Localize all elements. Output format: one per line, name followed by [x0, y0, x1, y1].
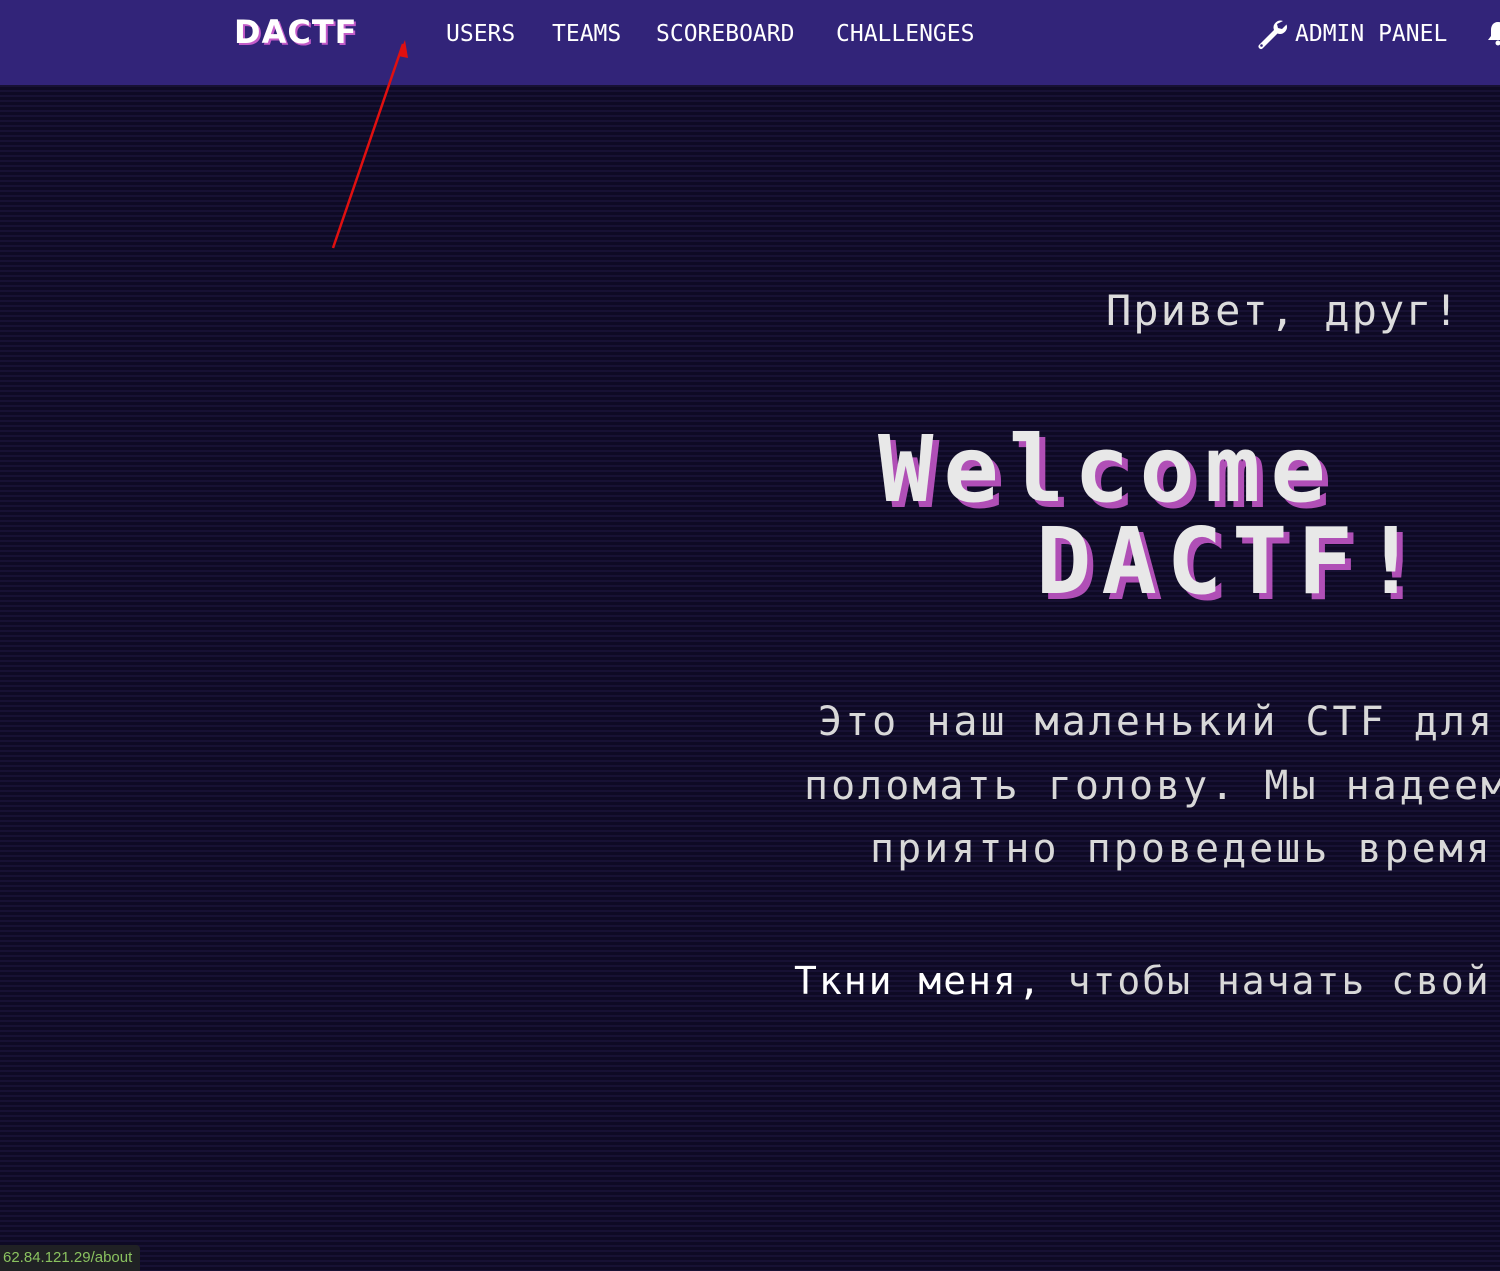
bell-icon[interactable] — [1488, 20, 1500, 46]
nav-link-teams[interactable]: TEAMS — [552, 20, 621, 48]
status-url: 62.84.121.29/about — [3, 1249, 133, 1266]
welcome-title-line1: Welcome — [878, 416, 1336, 523]
nav-link-scoreboard[interactable]: SCOREBOARD — [656, 20, 794, 48]
navbar: DACTF USERS TEAMS SCOREBOARD CHALLENGES … — [0, 0, 1500, 85]
nav-link-challenges[interactable]: CHALLENGES — [836, 20, 974, 48]
annotation-arrow — [331, 40, 408, 249]
description-line-1: Это наш маленький CTF для — [818, 699, 1496, 745]
welcome-title-line2: DACTF! — [1036, 508, 1429, 615]
start-link[interactable]: Ткни меня, — [794, 959, 1043, 1003]
description-line-2: поломать голову. Мы надеемс — [804, 763, 1500, 809]
greeting-text: Привет, друг! — [1106, 286, 1461, 335]
call-to-action-text: чтобы начать свой пу — [1067, 959, 1500, 1003]
wrench-icon — [1256, 18, 1288, 50]
admin-panel-label: ADMIN PANEL — [1295, 21, 1448, 47]
browser-status-bar: 62.84.121.29/about — [0, 1245, 141, 1271]
nav-link-users[interactable]: USERS — [446, 20, 515, 48]
scanline-overlay — [0, 85, 1500, 1271]
description-line-3: приятно проведешь время! — [870, 826, 1500, 872]
call-to-action: Ткни меня, чтобы начать свой пу — [794, 956, 1500, 1006]
admin-panel-link[interactable]: ADMIN PANEL — [1256, 18, 1447, 50]
